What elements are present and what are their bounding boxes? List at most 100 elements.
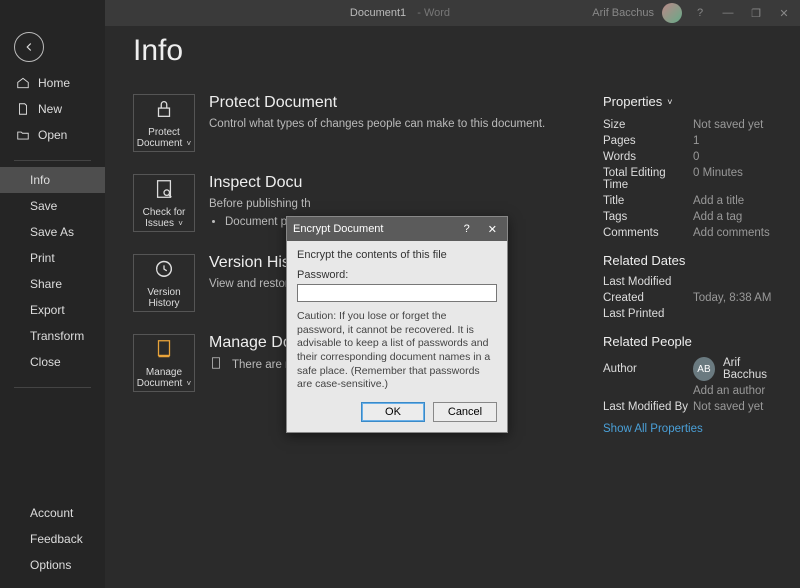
page-title: Info — [133, 34, 800, 68]
sidebar-item-home[interactable]: Home — [0, 70, 105, 96]
prop-value[interactable]: Add a title — [693, 195, 782, 207]
section-desc: Control what types of changes people can… — [209, 116, 545, 132]
sidebar-item-label: New — [38, 102, 62, 116]
sidebar-item-label: Transform — [30, 329, 84, 343]
dialog-heading: Encrypt the contents of this file — [297, 249, 497, 261]
prop-value: Not saved yet — [693, 119, 782, 131]
prop-key: Size — [603, 119, 693, 131]
tile-manage-document[interactable]: Manage Document ˅ — [133, 334, 195, 392]
prop-value[interactable]: Add comments — [693, 227, 782, 239]
prop-key: Tags — [603, 211, 693, 223]
sidebar-item-new[interactable]: New — [0, 96, 105, 122]
sidebar-item-label: Export — [30, 303, 65, 317]
prop-value: 0 — [693, 151, 782, 163]
sidebar-item-export[interactable]: Export — [0, 297, 105, 323]
help-button[interactable]: ? — [690, 7, 710, 19]
lastmodby-label: Last Modified By — [603, 401, 693, 413]
tile-label: Protect Document — [137, 127, 183, 149]
author-avatar-icon[interactable]: AB — [693, 357, 715, 381]
sidebar-item-saveas[interactable]: Save As — [0, 219, 105, 245]
back-button[interactable] — [14, 32, 44, 62]
sidebar-item-label: Print — [30, 251, 55, 265]
inspect-icon — [153, 178, 175, 203]
dialog-title: Encrypt Document — [293, 223, 383, 235]
minimize-button[interactable]: — — [718, 7, 738, 19]
related-people-heading: Related People — [603, 334, 782, 349]
titlebar: Document1 - Word Arif Bacchus ? — ❐ ✕ — [0, 0, 800, 26]
properties-panel: Properties ˅ SizeNot saved yet Pages1 Wo… — [603, 94, 800, 435]
sidebar-item-label: Save As — [30, 225, 74, 239]
titlebar-username: Arif Bacchus — [592, 7, 654, 19]
lock-icon — [153, 98, 175, 123]
related-dates-heading: Related Dates — [603, 253, 782, 268]
password-input[interactable] — [297, 284, 497, 302]
sidebar-item-save[interactable]: Save — [0, 193, 105, 219]
tile-protect-document[interactable]: Protect Document ˅ — [133, 94, 195, 152]
prop-key: Pages — [603, 135, 693, 147]
prop-value: Today, 8:38 AM — [693, 292, 782, 304]
encrypt-document-dialog: Encrypt Document ? ✕ Encrypt the content… — [286, 216, 508, 433]
tile-label: Manage Document — [137, 367, 183, 389]
prop-value — [693, 308, 782, 320]
prop-value[interactable]: Add a tag — [693, 211, 782, 223]
tile-label: Version History — [136, 287, 192, 309]
sidebar-item-label: Open — [38, 128, 67, 142]
ok-button[interactable]: OK — [361, 402, 425, 422]
sidebar-item-info[interactable]: Info — [0, 167, 105, 193]
dialog-titlebar[interactable]: Encrypt Document ? ✕ — [287, 217, 507, 241]
home-icon — [16, 76, 30, 90]
section-title: Inspect Docu — [209, 174, 311, 192]
prop-key: Title — [603, 195, 693, 207]
section-title: Protect Document — [209, 94, 545, 112]
show-all-properties-link[interactable]: Show All Properties — [603, 423, 782, 435]
dialog-close-button[interactable]: ✕ — [484, 223, 501, 236]
section-protect: Protect Document ˅ Protect Document Cont… — [133, 94, 573, 152]
close-window-button[interactable]: ✕ — [774, 7, 794, 20]
sidebar-item-share[interactable]: Share — [0, 271, 105, 297]
chevron-down-icon: ˅ — [176, 219, 183, 228]
section-desc: Before publishing th — [209, 196, 311, 212]
app-name: - Word — [414, 7, 450, 19]
author-label: Author — [603, 363, 693, 375]
sidebar-item-account[interactable]: Account — [0, 500, 105, 526]
sidebar-item-label: Share — [30, 277, 62, 291]
sidebar-item-label: Close — [30, 355, 61, 369]
sidebar-item-open[interactable]: Open — [0, 122, 105, 148]
sidebar-item-feedback[interactable]: Feedback — [0, 526, 105, 552]
prop-value — [693, 276, 782, 288]
prop-key: Words — [603, 151, 693, 163]
sidebar-item-label: Save — [30, 199, 57, 213]
sidebar-item-print[interactable]: Print — [0, 245, 105, 271]
sidebar-item-label: Options — [30, 558, 71, 572]
tile-check-for-issues[interactable]: Check for Issues ˅ — [133, 174, 195, 232]
lastmodby-value: Not saved yet — [693, 401, 782, 413]
open-icon — [16, 128, 30, 142]
chevron-down-icon: ˅ — [667, 97, 672, 107]
backstage-sidebar: Home New Open Info Save Save As Print Sh… — [0, 0, 105, 588]
new-doc-icon — [16, 102, 30, 116]
doc-title: Document1 — [350, 7, 406, 19]
cancel-button[interactable]: Cancel — [433, 402, 497, 422]
prop-key: Comments — [603, 227, 693, 239]
prop-value: 1 — [693, 135, 782, 147]
prop-value: 0 Minutes — [693, 167, 782, 191]
prop-key: Last Modified — [603, 276, 693, 288]
sidebar-item-label: Feedback — [30, 532, 83, 546]
sidebar-item-label: Account — [30, 506, 73, 520]
avatar-icon[interactable] — [662, 3, 682, 23]
history-icon — [153, 258, 175, 283]
sidebar-item-label: Info — [30, 173, 50, 187]
prop-key: Total Editing Time — [603, 167, 693, 191]
tile-version-history[interactable]: Version History — [133, 254, 195, 312]
chevron-down-icon: ˅ — [184, 379, 191, 388]
restore-button[interactable]: ❐ — [746, 7, 766, 20]
sidebar-item-transform[interactable]: Transform — [0, 323, 105, 349]
properties-heading[interactable]: Properties ˅ — [603, 94, 782, 109]
prop-key: Last Printed — [603, 308, 693, 320]
sidebar-item-options[interactable]: Options — [0, 552, 105, 578]
prop-key: Created — [603, 292, 693, 304]
add-author-link[interactable]: Add an author — [693, 385, 782, 397]
dialog-help-button[interactable]: ? — [460, 223, 474, 236]
dialog-caution-text: Caution: If you lose or forget the passw… — [297, 310, 497, 392]
sidebar-item-close[interactable]: Close — [0, 349, 105, 375]
